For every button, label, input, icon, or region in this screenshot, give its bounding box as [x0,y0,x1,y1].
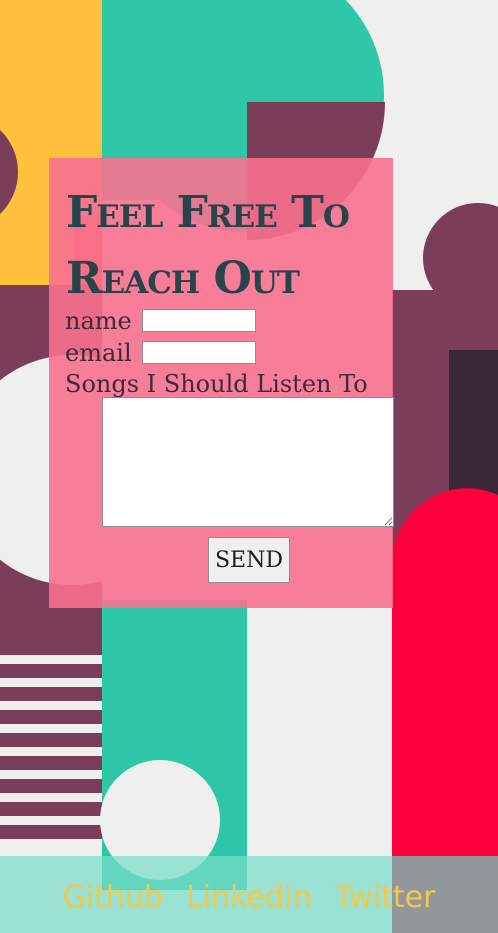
songs-textarea[interactable] [102,397,394,527]
page-title: Feel Free To Reach Out [66,180,386,312]
title-line-1: Feel Free To [66,187,350,238]
footer: Github LinkedIn Twitter [0,856,498,933]
name-input[interactable] [142,309,257,332]
twitter-link[interactable]: Twitter [335,880,436,915]
send-button[interactable]: SEND [208,537,290,583]
email-row: email [65,337,257,367]
title-line-2: Reach Out [66,253,300,304]
email-label: email [65,338,132,367]
contact-card: Feel Free To Reach Out name email Songs … [49,158,394,608]
name-label: name [65,306,132,335]
email-input[interactable] [142,341,257,364]
name-row: name [65,305,257,335]
github-link[interactable]: Github [63,880,163,915]
social-links: Github LinkedIn Twitter [0,880,498,915]
songs-label: Songs I Should Listen To [65,369,368,398]
songs-row: Songs I Should Listen To [65,368,368,398]
linkedin-link[interactable]: LinkedIn [186,880,312,915]
